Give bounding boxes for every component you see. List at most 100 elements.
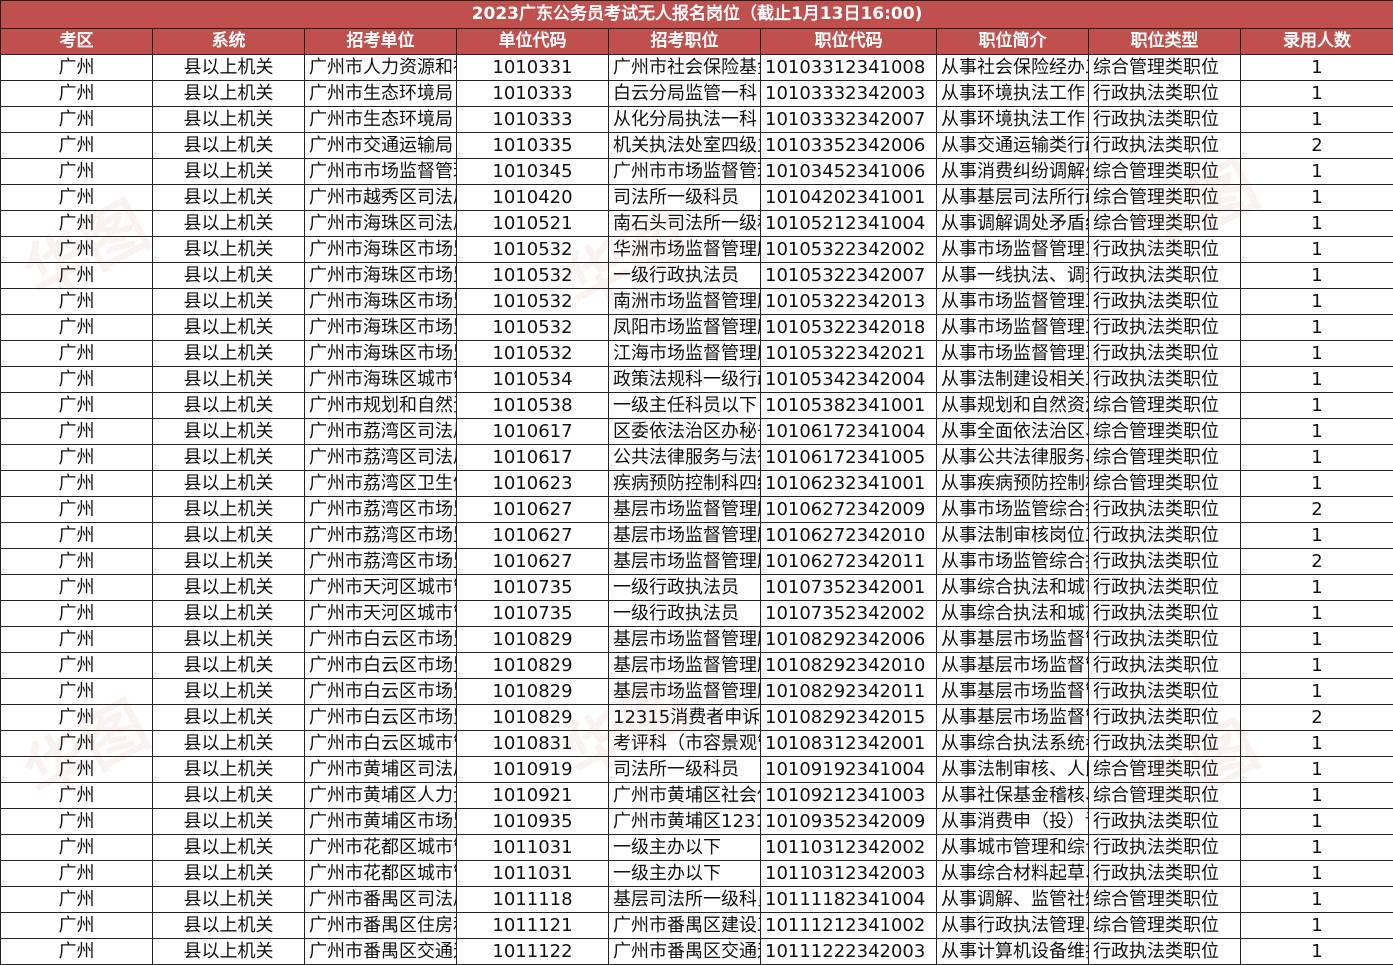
position-type-cell: 行政执法类职位	[1088, 652, 1241, 679]
system-cell: 县以上机关	[152, 652, 305, 679]
system-cell: 县以上机关	[152, 184, 305, 211]
description-cell: 从事消费申（投）诉	[936, 808, 1089, 835]
region-cell: 广州	[0, 340, 153, 367]
position-cell: 区委依法治区办秘书	[608, 418, 761, 445]
unit-code-cell: 1011031	[456, 834, 609, 861]
description-cell: 从事社保基金稽核、	[936, 782, 1089, 809]
table-row: 广州 县以上机关 广州市市场监督管理 1010345 广州市市场监督管理 10103452…	[0, 158, 1393, 185]
description-cell: 从事行政执法管理、	[936, 912, 1089, 939]
unit-cell: 广州市海珠区司法局	[304, 210, 457, 237]
position-type-cell: 行政执法类职位	[1088, 288, 1241, 315]
position-type-cell: 行政执法类职位	[1088, 704, 1241, 731]
table-row: 广州 县以上机关 广州市荔湾区市场监 1010627 基层市场监督管理所 10106272…	[0, 496, 1393, 523]
unit-cell: 广州市荔湾区市场监	[304, 548, 457, 575]
system-cell: 县以上机关	[152, 366, 305, 393]
position-cell: 广州市黄埔区社会保	[608, 782, 761, 809]
position-code-cell: 10110312342003	[760, 860, 937, 887]
table-row: 广州 县以上机关 广州市番禺区住房和 1011121 广州市番禺区建设工 10111212…	[0, 912, 1393, 939]
position-cell: 机关执法处室四级主	[608, 132, 761, 159]
description-cell: 从事一线执法、调查	[936, 262, 1089, 289]
system-cell: 县以上机关	[152, 210, 305, 237]
spreadsheet: 2023广东公务员考试无人报名岗位（截止1月13日16:00) 考区 系统 招考…	[0, 0, 1393, 965]
table-row: 广州 县以上机关 广州市海珠区市场监 1010532 江海市场监督管理所 10105322…	[0, 340, 1393, 367]
hire-count-cell: 1	[1240, 418, 1393, 445]
unit-code-cell: 1010735	[456, 574, 609, 601]
unit-code-cell: 1010921	[456, 782, 609, 809]
unit-code-cell: 1010617	[456, 444, 609, 471]
position-cell: 广州市番禺区交通运	[608, 938, 761, 965]
system-cell: 县以上机关	[152, 418, 305, 445]
column-header: 录用人数	[1240, 28, 1393, 55]
position-code-cell: 10108292342011	[760, 678, 937, 705]
hire-count-cell: 1	[1240, 158, 1393, 185]
system-cell: 县以上机关	[152, 340, 305, 367]
unit-cell: 广州市海珠区市场监	[304, 262, 457, 289]
description-cell: 从事城市管理和综合	[936, 834, 1089, 861]
position-cell: 一级主办以下	[608, 834, 761, 861]
position-cell: 一级主任科员以下	[608, 392, 761, 419]
unit-cell: 广州市生态环境局	[304, 106, 457, 133]
hire-count-cell: 1	[1240, 574, 1393, 601]
system-cell: 县以上机关	[152, 548, 305, 575]
description-cell: 从事法制建设相关工	[936, 366, 1089, 393]
hire-count-cell: 1	[1240, 600, 1393, 627]
column-header: 考区	[0, 28, 153, 55]
unit-cell: 广州市荔湾区卫生健	[304, 470, 457, 497]
unit-code-cell: 1010623	[456, 470, 609, 497]
position-type-cell: 综合管理类职位	[1088, 418, 1241, 445]
position-type-cell: 行政执法类职位	[1088, 106, 1241, 133]
system-cell: 县以上机关	[152, 288, 305, 315]
table-row: 广州 县以上机关 广州市黄埔区人力资 1010921 广州市黄埔区社会保 10109212…	[0, 782, 1393, 809]
position-cell: 广州市社会保险基金	[608, 54, 761, 81]
hire-count-cell: 1	[1240, 730, 1393, 757]
unit-cell: 广州市花都区城市管	[304, 834, 457, 861]
system-cell: 县以上机关	[152, 158, 305, 185]
position-type-cell: 综合管理类职位	[1088, 470, 1241, 497]
unit-cell: 广州市番禺区司法局	[304, 886, 457, 913]
region-cell: 广州	[0, 418, 153, 445]
region-cell: 广州	[0, 938, 153, 965]
column-header: 职位类型	[1088, 28, 1241, 55]
position-code-cell: 10105212341004	[760, 210, 937, 237]
unit-code-cell: 1010521	[456, 210, 609, 237]
table-row: 广州 县以上机关 广州市番禺区司法局 1011118 基层司法所一级科员 10111182…	[0, 886, 1393, 913]
position-code-cell: 10108292342006	[760, 626, 937, 653]
header-row: 考区 系统 招考单位 单位代码 招考职位 职位代码 职位简介 职位类型 录用人数	[0, 28, 1393, 55]
region-cell: 广州	[0, 444, 153, 471]
position-code-cell: 10106172341005	[760, 444, 937, 471]
unit-cell: 广州市天河区城市管	[304, 574, 457, 601]
unit-cell: 广州市荔湾区司法局	[304, 418, 457, 445]
position-code-cell: 10104202341001	[760, 184, 937, 211]
unit-code-cell: 1010935	[456, 808, 609, 835]
unit-code-cell: 1010335	[456, 132, 609, 159]
position-code-cell: 10106272342009	[760, 496, 937, 523]
table-row: 广州 县以上机关 广州市黄埔区司法局 1010919 司法所一级科员 1010919234…	[0, 756, 1393, 783]
description-cell: 从事市场监管综合执	[936, 548, 1089, 575]
region-cell: 广州	[0, 756, 153, 783]
unit-code-cell: 1010532	[456, 236, 609, 263]
unit-cell: 广州市白云区市场监	[304, 626, 457, 653]
description-cell: 从事综合执法和城市	[936, 600, 1089, 627]
position-code-cell: 10110312342002	[760, 834, 937, 861]
position-type-cell: 综合管理类职位	[1088, 886, 1241, 913]
position-type-cell: 行政执法类职位	[1088, 600, 1241, 627]
description-cell: 从事公共法律服务、	[936, 444, 1089, 471]
system-cell: 县以上机关	[152, 912, 305, 939]
position-cell: 白云分局监管一科	[608, 80, 761, 107]
unit-cell: 广州市人力资源和社	[304, 54, 457, 81]
system-cell: 县以上机关	[152, 938, 305, 965]
table-row: 广州 县以上机关 广州市白云区城市管 1010831 考评科（市容景观管 10108312…	[0, 730, 1393, 757]
unit-cell: 广州市黄埔区人力资	[304, 782, 457, 809]
unit-code-cell: 1010333	[456, 80, 609, 107]
table-row: 广州 县以上机关 广州市越秀区司法局 1010420 司法所一级科员 1010420234…	[0, 184, 1393, 211]
table-row: 广州县以上机关广州市黄埔区市场监1010935广州市黄埔区12315101093…	[0, 808, 1393, 835]
table-row: 广州 县以上机关 广州市海珠区城市管 1010534 政策法规科一级行政 10105342…	[0, 366, 1393, 393]
region-cell: 广州	[0, 80, 153, 107]
table-row: 广州 县以上机关 广州市白云区市场监 1010829 基层市场监督管理所 10108292…	[0, 626, 1393, 653]
position-cell: 基层市场监督管理所	[608, 626, 761, 653]
unit-code-cell: 1010829	[456, 626, 609, 653]
description-cell: 从事综合执法和城市	[936, 574, 1089, 601]
table-row: 广州 县以上机关 广州市海珠区市场监 1010532 凤阳市场监督管理所 10105322…	[0, 314, 1393, 341]
unit-cell: 广州市黄埔区司法局	[304, 756, 457, 783]
hire-count-cell: 1	[1240, 808, 1393, 835]
